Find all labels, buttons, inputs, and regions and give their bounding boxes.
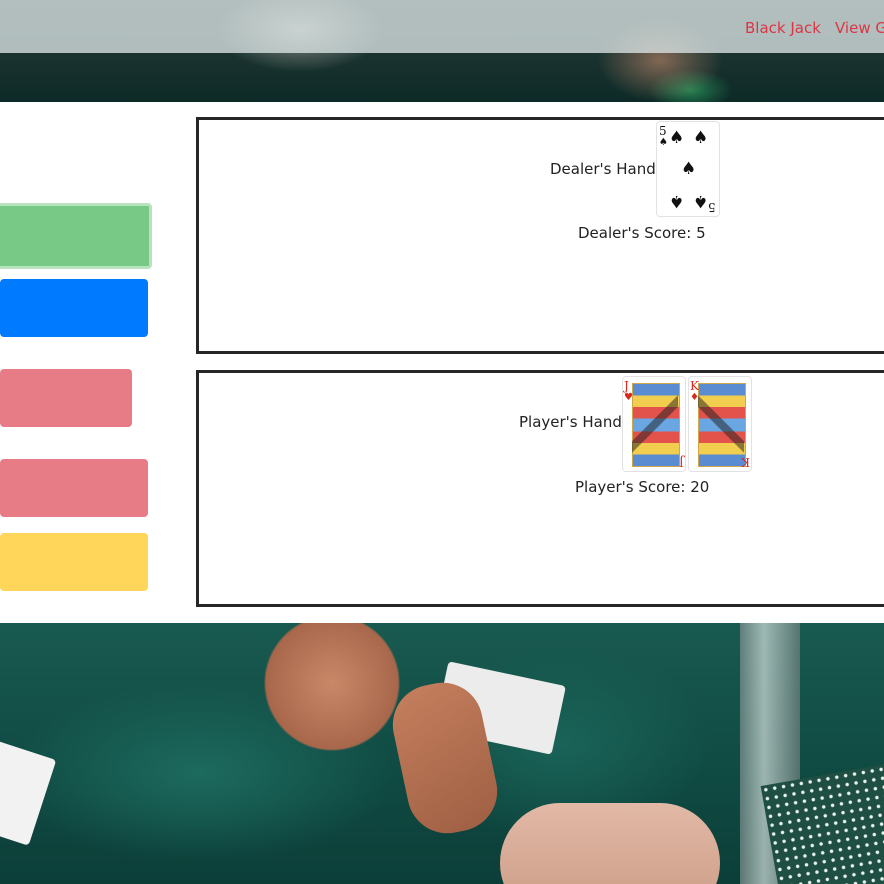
- card-suit-index: ♦: [690, 392, 699, 403]
- player-score: Player's Score: 20: [575, 478, 710, 496]
- navbar: Black Jack View G: [0, 0, 884, 53]
- spade-pip: ♠: [693, 128, 709, 148]
- spade-pip: ♠: [693, 191, 709, 211]
- card-rank: K: [690, 379, 699, 393]
- card-rank-bottom: K: [741, 455, 750, 469]
- dealer-card-5-spades: 5 ♠ ♠ ♠ ♠ ♠ ♠ 5: [656, 121, 720, 217]
- spade-pip: ♠: [669, 191, 685, 211]
- card-rank-bottom: J: [679, 455, 684, 469]
- dealer-hand-label: Dealer's Hand:: [550, 160, 661, 178]
- background-card: [0, 740, 57, 846]
- game-area: Dealer's Hand: 5 ♠ ♠ ♠ ♠ ♠ ♠ 5 Dealer's …: [0, 102, 884, 623]
- dealer-score: Dealer's Score: 5: [578, 224, 706, 242]
- card-suit-index: ♥: [624, 392, 633, 403]
- card-rank: J: [624, 379, 629, 393]
- action-button-green[interactable]: [0, 203, 152, 269]
- action-button-red-2[interactable]: [0, 459, 148, 517]
- card-suit-index: ♠: [659, 137, 668, 148]
- king-face-art-detail: [698, 383, 744, 465]
- player-panel: Player's Hand: J ♥ J K ♦ K Player's Scor…: [196, 370, 884, 607]
- card-rank-bottom: 5: [708, 200, 716, 214]
- player-card-jack-hearts: J ♥ J: [622, 376, 686, 472]
- spade-pip: ♠: [681, 159, 697, 179]
- card-rank: 5: [659, 124, 667, 138]
- spade-pip: ♠: [669, 128, 685, 148]
- action-button-yellow[interactable]: [0, 533, 148, 591]
- footer-background-image: [0, 623, 884, 884]
- jack-face-art-detail: [632, 383, 678, 465]
- nav-link-view-games[interactable]: View G: [835, 19, 884, 37]
- player-card-king-diamonds: K ♦ K: [688, 376, 752, 472]
- player-hand-label: Player's Hand:: [519, 413, 627, 431]
- action-button-red-1[interactable]: [0, 369, 132, 427]
- nav-link-black-jack[interactable]: Black Jack: [745, 19, 821, 37]
- dealer-panel: Dealer's Hand: 5 ♠ ♠ ♠ ♠ ♠ ♠ 5 Dealer's …: [196, 117, 884, 354]
- background-hand: [500, 803, 720, 884]
- action-button-blue[interactable]: [0, 279, 148, 337]
